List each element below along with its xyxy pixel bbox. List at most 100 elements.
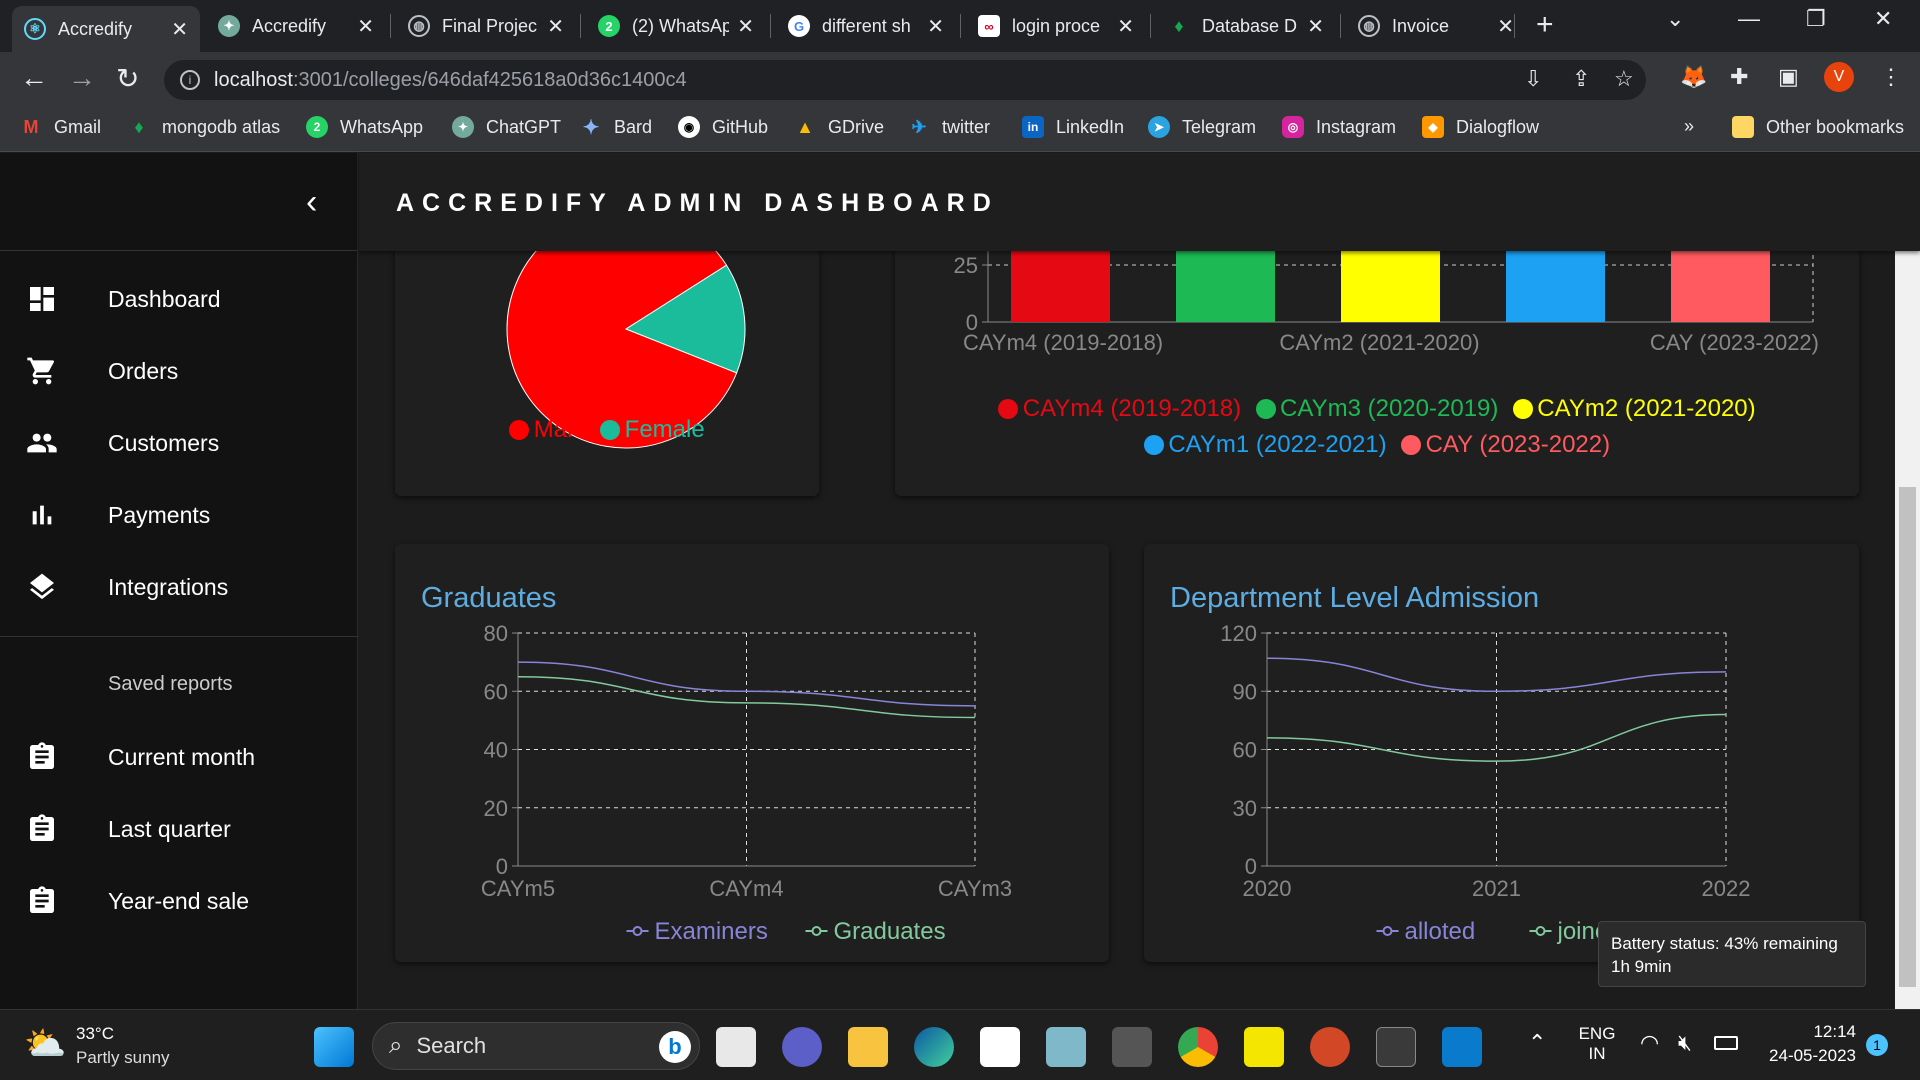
bar-4 [1671, 251, 1770, 322]
profile-avatar[interactable]: V [1824, 62, 1854, 92]
graduates-title: Graduates [421, 582, 557, 614]
tab-accredify-active[interactable]: ⚛ Accredify ✕ [12, 6, 200, 52]
bookmark-bard[interactable]: ✦ Bard [580, 116, 652, 139]
weather-widget[interactable]: ⛅ 33°C Partly sunny [24, 1022, 184, 1072]
tab-title: Accredify [58, 18, 133, 39]
tab-strip: ⚛ Accredify ✕ ✦ Accredify ✕ ◍ Final Proj… [0, 0, 1920, 52]
bookmark-star-icon[interactable]: ☆ [1614, 66, 1634, 92]
tab-accredify[interactable]: ✦ Accredify ✕ [206, 8, 386, 44]
cart-icon [27, 357, 55, 385]
other-bookmarks[interactable]: Other bookmarks [1732, 116, 1904, 138]
close-tab-icon[interactable]: ✕ [737, 14, 754, 39]
close-tab-icon[interactable]: ✕ [1117, 14, 1134, 39]
report-year-end-sale[interactable]: Year-end sale [0, 873, 358, 929]
graduates-legend: Examiners Graduates [626, 918, 946, 945]
bookmark-whatsapp[interactable]: 2 WhatsApp [306, 116, 423, 138]
bookmark-label: LinkedIn [1056, 116, 1125, 137]
share-icon[interactable]: ⇪ [1572, 66, 1590, 92]
close-tab-icon[interactable]: ✕ [1497, 14, 1514, 39]
bookmark-mongodb[interactable]: ♦ mongodb atlas [128, 116, 280, 138]
microsoft-store-icon[interactable] [980, 1027, 1020, 1067]
chrome-icon[interactable] [1178, 1027, 1218, 1067]
scrollbar-thumb[interactable] [1899, 487, 1916, 987]
chevron-up-icon[interactable]: ⌃ [1528, 1030, 1546, 1056]
install-icon[interactable]: ⇩ [1524, 66, 1542, 92]
legend-dot-male [509, 420, 530, 440]
lang-line1: ENG [1578, 1024, 1616, 1043]
sidebar-item-customers[interactable]: Customers [0, 415, 358, 471]
minimize-button[interactable]: — [1738, 6, 1760, 32]
bookmark-telegram[interactable]: ➤ Telegram [1148, 116, 1256, 138]
tab-google-search[interactable]: G different sh ✕ [776, 8, 956, 44]
powerpoint-icon[interactable] [1310, 1027, 1350, 1067]
close-tab-icon[interactable]: ✕ [1307, 14, 1324, 39]
todo-check-icon[interactable] [1244, 1027, 1284, 1067]
wifi-icon[interactable]: ◠ [1640, 1030, 1659, 1056]
bookmark-github[interactable]: ◉ GitHub [678, 116, 768, 138]
bookmark-instagram[interactable]: ◎ Instagram [1282, 116, 1396, 138]
new-tab-button[interactable]: + [1536, 8, 1554, 42]
app-icon[interactable] [1046, 1027, 1086, 1067]
bookmark-label: WhatsApp [340, 116, 424, 137]
notification-badge[interactable]: 1 [1866, 1034, 1888, 1056]
terminal-icon[interactable] [1376, 1027, 1416, 1067]
gender-pie-card: Male Female [395, 251, 819, 496]
speaker-muted-icon[interactable]: 🔇︎ [1678, 1030, 1692, 1056]
teams-chat-icon[interactable] [782, 1027, 822, 1067]
file-explorer-icon[interactable] [848, 1027, 888, 1067]
bookmark-gdrive[interactable]: ▲ GDrive [794, 116, 884, 138]
sidebar-item-dashboard[interactable]: Dashboard [0, 271, 358, 327]
back-arrow-icon[interactable]: ← [20, 62, 48, 94]
sidebar-item-orders[interactable]: Orders [0, 343, 358, 399]
reload-icon[interactable]: ↻ [116, 62, 139, 95]
tab-invoice[interactable]: ◍ Invoice ✕ [1346, 8, 1526, 44]
search-icon: ⌕ [389, 1032, 403, 1059]
task-view-icon[interactable] [716, 1027, 756, 1067]
report-last-quarter[interactable]: Last quarter [0, 801, 358, 857]
report-current-month[interactable]: Current month [0, 729, 358, 785]
texmaker-icon[interactable] [1112, 1027, 1152, 1067]
close-tab-icon[interactable]: ✕ [927, 14, 944, 39]
app-header: ACCREDIFY ADMIN DASHBOARD [359, 153, 1920, 251]
close-tab-icon[interactable]: ✕ [357, 14, 374, 39]
restore-button[interactable]: ❐ [1806, 6, 1826, 32]
menu-kebab-icon[interactable]: ⋮ [1880, 64, 1902, 90]
extensions-puzzle-icon[interactable]: ✚ [1730, 64, 1748, 90]
sidebar-item-payments[interactable]: Payments [0, 487, 358, 543]
bookmark-twitter[interactable]: ✈ twitter [908, 116, 990, 138]
bookmark-gmail[interactable]: M Gmail [20, 116, 102, 138]
chevron-left-icon[interactable]: ‹ [306, 183, 317, 222]
svg-text:Examiners: Examiners [655, 918, 768, 945]
clock[interactable]: 12:14 24-05-2023 [1756, 1022, 1856, 1066]
tab-search-icon[interactable]: ⌄ [1666, 6, 1684, 32]
taskbar-search[interactable]: ⌕ Search b [372, 1022, 700, 1070]
info-icon[interactable]: i [180, 70, 200, 90]
close-window-button[interactable]: ✕ [1874, 6, 1892, 32]
bookmark-linkedin[interactable]: in LinkedIn [1022, 116, 1124, 138]
bookmark-chatgpt[interactable]: ✦ ChatGPT [452, 116, 561, 138]
close-tab-icon[interactable]: ✕ [547, 14, 564, 39]
lang-line2: IN [1588, 1044, 1606, 1063]
side-panel-icon[interactable]: ▣ [1778, 64, 1799, 90]
tab-login-process[interactable]: ∞ login proce ✕ [966, 8, 1146, 44]
battery-icon[interactable] [1714, 1036, 1738, 1050]
page-scrollbar[interactable] [1895, 251, 1920, 1009]
language-indicator[interactable]: ENG IN [1572, 1024, 1622, 1064]
sidebar-item-integrations[interactable]: Integrations [0, 559, 358, 615]
forward-arrow-icon[interactable]: → [68, 62, 96, 94]
address-bar[interactable]: i localhost:3001/colleges/646daf425618a0… [164, 60, 1646, 100]
x-tick-label: CAYm4 [709, 876, 783, 901]
tab-database[interactable]: ♦ Database D ✕ [1156, 8, 1336, 44]
tab-whatsapp[interactable]: 2 (2) WhatsAp ✕ [586, 8, 766, 44]
windows-start-icon[interactable] [314, 1027, 354, 1067]
edge-browser-icon[interactable] [914, 1027, 954, 1067]
react-icon: ⚛ [24, 18, 46, 40]
metamask-icon[interactable]: 🦊 [1680, 64, 1707, 90]
tab-final-project[interactable]: ◍ Final Projec ✕ [396, 8, 576, 44]
admission-legend: alloted joined [1376, 918, 1622, 945]
close-tab-icon[interactable]: ✕ [171, 17, 188, 42]
bookmark-dialogflow[interactable]: ◆ Dialogflow [1422, 116, 1539, 138]
admission-card: Department Level Admission 0 30 60 90 120 202… [1144, 544, 1859, 962]
vscode-icon[interactable] [1442, 1027, 1482, 1067]
bookmarks-overflow-button[interactable]: » [1684, 116, 1694, 137]
